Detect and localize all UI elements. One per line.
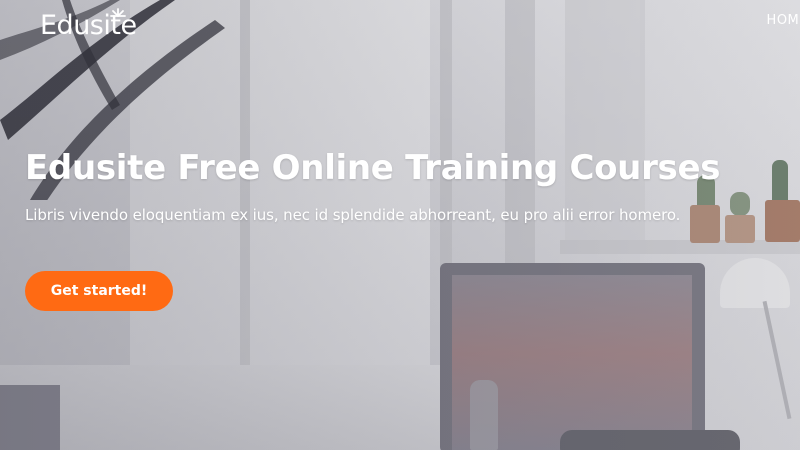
- hero-subtitle: Libris vivendo eloquentiam ex ius, nec i…: [25, 206, 681, 224]
- hero-title: Edusite Free Online Training Courses: [25, 148, 721, 188]
- hero-section: Edusite HOME Edusite Free Online Trainin…: [0, 0, 800, 450]
- get-started-button[interactable]: Get started!: [25, 271, 173, 311]
- nav-item-home[interactable]: HOME: [767, 13, 800, 28]
- brand-logo[interactable]: Edusite: [40, 8, 137, 44]
- hero-overlay: [0, 0, 800, 450]
- main-nav: HOME: [767, 10, 800, 32]
